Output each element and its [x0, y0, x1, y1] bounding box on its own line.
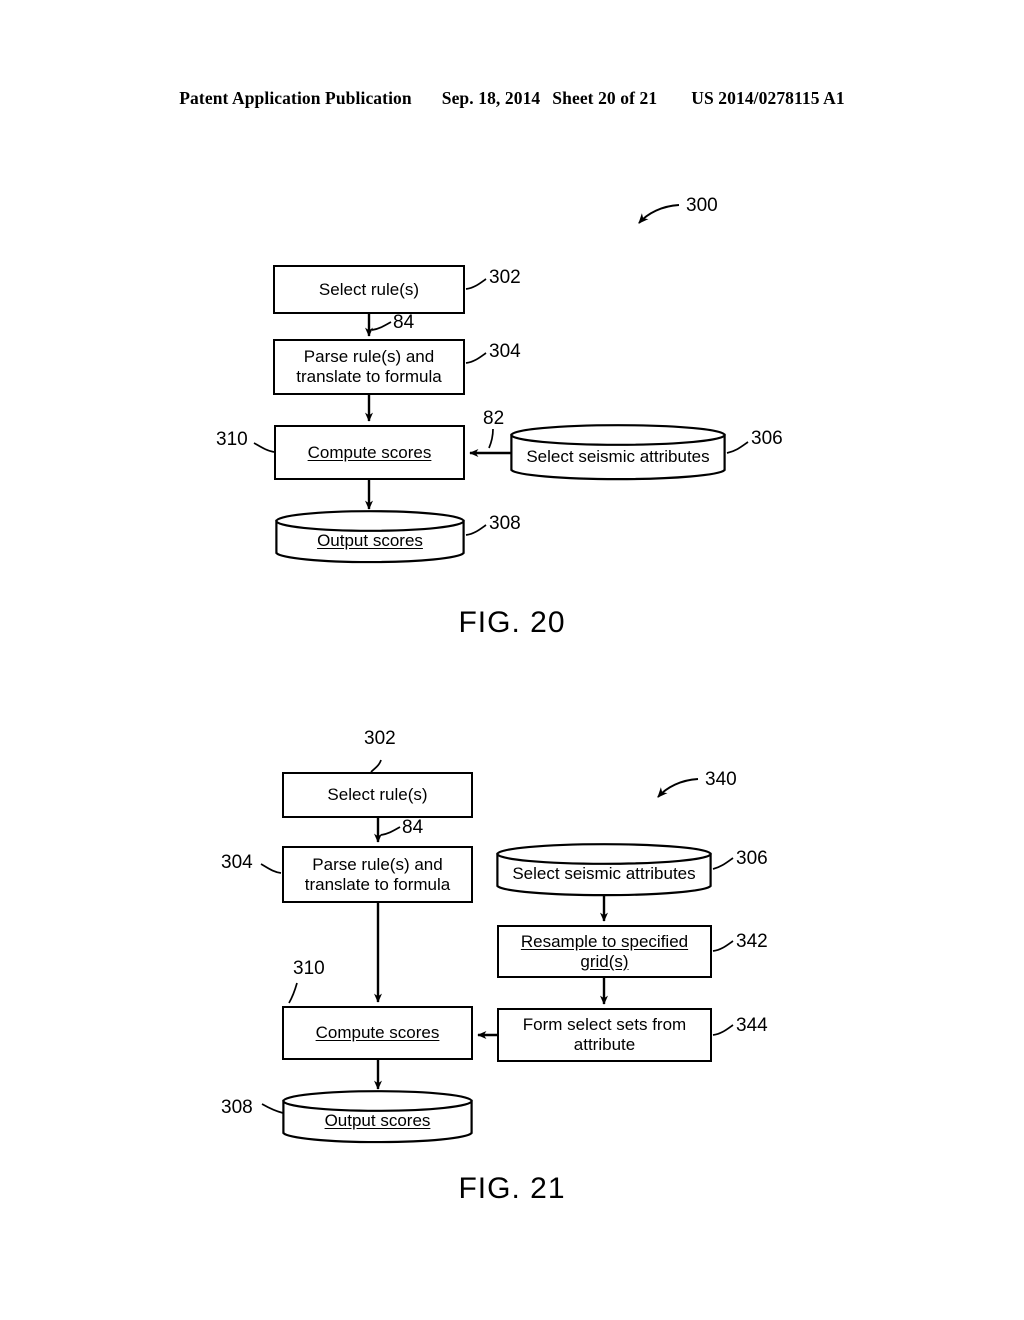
node-ref-302: 302 [489, 267, 521, 288]
figure-20-caption: FIG. 20 [458, 606, 566, 639]
figure-21: 302 340 Select rule(s) 84 Parse rule(s) … [0, 700, 1024, 1320]
node-label-line2: attribute [573, 1035, 636, 1054]
edge-ref-82: 82 [483, 408, 505, 429]
node-ref-306: 306 [736, 848, 768, 869]
node-ref-310: 310 [293, 958, 325, 979]
node-label: Output scores [317, 531, 423, 550]
node-ref-306: 306 [751, 428, 783, 449]
figure-20: 300 Select rule(s) 302 84 Parse rule(s) … [0, 0, 1024, 660]
node-label: Select rule(s) [318, 279, 420, 299]
node-select-rules[interactable]: Select rule(s) [273, 265, 465, 314]
node-label-line2: translate to formula [296, 367, 442, 386]
figure-ref-340: 340 [705, 769, 737, 790]
node-label-line2: translate to formula [304, 874, 451, 894]
node-label-line1: Parse rule(s) and [303, 347, 435, 367]
node-parse-rules[interactable]: Parse rule(s) and translate to formula [282, 846, 473, 903]
node-label-line1: Form select sets from [522, 1015, 687, 1035]
edge-ref-84: 84 [402, 817, 424, 838]
node-ref-342: 342 [736, 931, 768, 952]
node-compute-scores[interactable]: Compute scores [282, 1006, 473, 1060]
node-ref-304: 304 [221, 852, 253, 873]
node-ref-302: 302 [364, 728, 396, 749]
node-select-seismic-attributes[interactable]: Select seismic attributes [496, 843, 712, 897]
node-label-line2: grid(s) [580, 951, 629, 971]
node-label: Compute scores [315, 1023, 440, 1043]
node-label-line1: Parse rule(s) and [312, 854, 443, 874]
node-ref-304: 304 [489, 341, 521, 362]
node-output-scores[interactable]: Output scores [282, 1090, 473, 1144]
node-ref-308: 308 [221, 1097, 253, 1118]
node-output-scores[interactable]: Output scores [275, 510, 465, 564]
figure-21-caption: FIG. 21 [458, 1172, 566, 1205]
node-parse-rules[interactable]: Parse rule(s) and translate to formula [273, 339, 465, 395]
node-select-rules[interactable]: Select rule(s) [282, 772, 473, 818]
node-resample-to-grid[interactable]: Resample to specified grid(s) [497, 925, 712, 978]
node-label: Compute scores [307, 442, 432, 462]
node-label: Select rule(s) [327, 785, 428, 805]
node-ref-344: 344 [736, 1015, 768, 1036]
node-label: Output scores [324, 1111, 431, 1130]
cylinder-label-wrap: Output scores [275, 531, 465, 551]
cylinder-label-wrap: Select seismic attributes [496, 864, 712, 884]
node-label: Select seismic attributes [526, 447, 710, 466]
node-ref-310: 310 [216, 429, 248, 450]
figure-ref-300: 300 [686, 195, 718, 216]
figure-20-connectors [253, 204, 749, 536]
node-label: Select seismic attributes [512, 864, 696, 883]
cylinder-label-wrap: Select seismic attributes [510, 447, 726, 467]
node-ref-308: 308 [489, 513, 521, 534]
node-label-line1: Resample to specified [520, 931, 689, 951]
node-compute-scores[interactable]: Compute scores [274, 425, 465, 480]
node-select-seismic-attributes[interactable]: Select seismic attributes [510, 424, 726, 481]
edge-ref-84: 84 [393, 312, 415, 333]
node-form-select-sets[interactable]: Form select sets from attribute [497, 1008, 712, 1062]
cylinder-label-wrap: Output scores [282, 1111, 473, 1131]
